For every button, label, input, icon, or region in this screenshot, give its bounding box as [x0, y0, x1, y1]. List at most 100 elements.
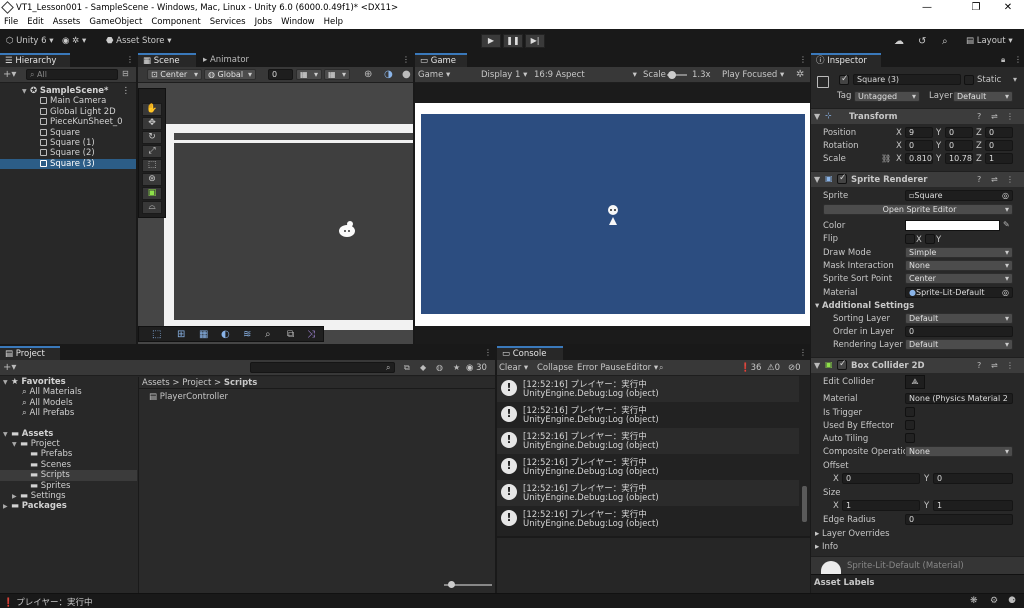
tab-scene[interactable]: ▦ Scene	[138, 53, 196, 67]
layer-overrides-foldout[interactable]: ▸ Layer Overrides	[815, 529, 890, 539]
filter-label-icon[interactable]: ◆	[420, 363, 426, 372]
folder-item[interactable]: ▼ ▬ Project	[0, 439, 137, 449]
zoom-icon[interactable]: ⌕	[265, 329, 271, 340]
draw-mode-icon[interactable]: ◑	[384, 69, 393, 80]
clear-button[interactable]: Clear ▾	[499, 363, 528, 373]
preset-icon[interactable]: ⇌	[991, 112, 998, 121]
fav-item[interactable]: ⌕ All Models	[0, 398, 137, 408]
preset-icon[interactable]: ⇌	[991, 175, 998, 184]
hierarchy-item[interactable]: Main Camera	[0, 96, 136, 106]
rotate-tool-icon[interactable]: ↻	[142, 131, 162, 144]
menu-file[interactable]: File	[4, 17, 18, 27]
component-menu-icon[interactable]: ⋮	[1006, 175, 1014, 184]
component-menu-icon[interactable]: ⋮	[1006, 361, 1014, 370]
static-checkbox[interactable]	[964, 75, 974, 85]
shuffle-icon[interactable]: ⤨	[307, 329, 315, 340]
tab-project[interactable]: ▤ Project	[0, 346, 60, 360]
sprite-renderer-header[interactable]: ▼ ▣ ✓ Sprite Renderer ? ⇌ ⋮	[811, 171, 1024, 187]
unity-account-button[interactable]: ⬡ Unity 6 ▾	[6, 35, 54, 48]
account-icon[interactable]: ◉ ✲ ▾	[62, 35, 86, 48]
folder-item-selected[interactable]: ▬ Scripts	[0, 470, 137, 481]
search-icon[interactable]: ⌕	[386, 363, 390, 373]
cloud-icon[interactable]: ☁	[894, 35, 904, 48]
filter-log-icon[interactable]: ◍	[436, 363, 443, 372]
folder-item[interactable]: ▶ ▬ Settings	[0, 491, 137, 501]
color-swatch[interactable]	[905, 220, 1000, 231]
error-pause-button[interactable]: Error Pause	[577, 363, 625, 373]
scale-z-field[interactable]: 1	[985, 153, 1013, 164]
enabled-checkbox[interactable]: ✓	[837, 173, 847, 184]
box-collider-header[interactable]: ▼ ▣ ✓ Box Collider 2D ? ⇌ ⋮	[811, 357, 1024, 373]
position-x-field[interactable]: 9	[905, 127, 933, 138]
object-name-field[interactable]: Square (3)	[853, 74, 961, 85]
folder-item[interactable]: ▬ Sprites	[0, 481, 137, 491]
create-icon[interactable]: +▾	[3, 362, 16, 373]
grid-icon[interactable]: ▦	[199, 329, 208, 340]
flip-x-checkbox[interactable]	[905, 234, 915, 244]
draw-mode-dropdown[interactable]: Simple	[905, 247, 1013, 258]
scene-viewport[interactable]	[138, 84, 413, 344]
project-search-input[interactable]	[250, 362, 395, 373]
edit-collider-button[interactable]: ⟁	[905, 375, 925, 389]
tab-inspector[interactable]: ⓘ Inspector	[811, 53, 881, 67]
minimize-button[interactable]: —	[913, 0, 941, 15]
hierarchy-item[interactable]: Square (1)	[0, 138, 136, 148]
filter-icon[interactable]: ⊟	[122, 69, 129, 78]
breadcrumb-assets[interactable]: Assets	[142, 378, 170, 388]
layer-dropdown[interactable]: Default	[953, 91, 1013, 102]
is-trigger-checkbox[interactable]	[905, 407, 915, 417]
space-dropdown[interactable]: ◍ Global	[204, 69, 256, 80]
player-sprite-icon[interactable]	[336, 220, 358, 240]
constrain-proportions-icon[interactable]: ⛓	[881, 154, 891, 163]
offset-y-field[interactable]: 0	[933, 473, 1013, 484]
display-dropdown[interactable]: Display 1 ▾	[481, 70, 527, 80]
step-button[interactable]: ▶|	[525, 34, 545, 48]
physics-material-field[interactable]: None (Physics Material 2	[905, 393, 1013, 404]
tile-palette-icon[interactable]: ⬚	[152, 329, 161, 340]
hand-tool-icon[interactable]: ✋	[142, 103, 162, 116]
search-icon[interactable]: ⌕	[942, 35, 948, 48]
add-icon[interactable]: +▾	[3, 69, 16, 80]
editor-dropdown[interactable]: Editor ▾	[626, 363, 658, 373]
favorites-section[interactable]: ▼ ★ Favorites	[0, 377, 137, 387]
additional-settings-foldout[interactable]: ▾ Additional Settings	[815, 301, 914, 311]
tab-console[interactable]: ▭ Console	[497, 346, 563, 360]
size-x-field[interactable]: 1	[842, 500, 920, 511]
pivot-dropdown[interactable]: ⊡ Center	[147, 69, 202, 80]
window-title-bar[interactable]: VT1_Lesson001 - SampleScene - Windows, M…	[0, 0, 1024, 15]
fill-icon[interactable]: ◐	[221, 329, 230, 340]
camera-icon[interactable]: ●	[402, 69, 411, 80]
fav-item[interactable]: ⌕ All Materials	[0, 387, 137, 397]
edge-radius-field[interactable]: 0	[905, 514, 1013, 525]
hierarchy-item[interactable]: Square	[0, 128, 136, 138]
lock-icon[interactable]: 🔒︎	[1001, 55, 1005, 65]
aspect-dropdown[interactable]: 16:9 Aspect ▾	[534, 70, 637, 80]
layers-icon[interactable]: ≋	[243, 329, 251, 340]
transform-tool-icon[interactable]: ⊛	[142, 173, 162, 186]
mask-interaction-dropdown[interactable]: None	[905, 260, 1013, 271]
grid-dropdown[interactable]: ▦	[296, 69, 322, 80]
log-entry[interactable]: ! [12:52:16] プレイヤー：実行中 UnityEngine.Debug:L…	[497, 454, 799, 480]
console-scrollbar[interactable]	[802, 486, 807, 522]
log-entry[interactable]: ! [12:52:16] プレイヤー：実行中 UnityEngine.Debug:L…	[497, 402, 799, 428]
open-sprite-editor-button[interactable]: Open Sprite Editor	[823, 204, 1013, 215]
close-button[interactable]: ✕	[994, 0, 1022, 15]
debug-icon[interactable]: ⚈	[1008, 596, 1016, 606]
menu-services[interactable]: Services	[210, 17, 246, 27]
active-checkbox[interactable]: ✓	[839, 74, 849, 85]
tab-game[interactable]: ▭ Game	[415, 53, 467, 67]
rotation-y-field[interactable]: 0	[945, 140, 973, 151]
sorting-layer-dropdown[interactable]: Default	[905, 313, 1013, 324]
menu-component[interactable]: Component	[151, 17, 200, 27]
flip-y-checkbox[interactable]	[925, 234, 935, 244]
menu-jobs[interactable]: Jobs	[255, 17, 273, 27]
settings-gear-icon[interactable]: ✲	[796, 69, 804, 80]
offset-x-field[interactable]: 0	[842, 473, 920, 484]
material-field[interactable]: ●Sprite-Lit-Default ◎	[905, 287, 1013, 298]
panel-menu-icon[interactable]: ⋮	[799, 55, 807, 64]
status-message[interactable]: ❗ プレイヤー：実行中	[3, 596, 93, 608]
panel-menu-icon[interactable]: ⋮	[799, 348, 807, 357]
error-count-toggle[interactable]: ⊘0	[788, 363, 801, 373]
help-icon[interactable]: ?	[977, 112, 981, 121]
log-entry[interactable]: ! [12:52:16] プレイヤー：実行中 UnityEngine.Debug:L…	[497, 428, 799, 454]
